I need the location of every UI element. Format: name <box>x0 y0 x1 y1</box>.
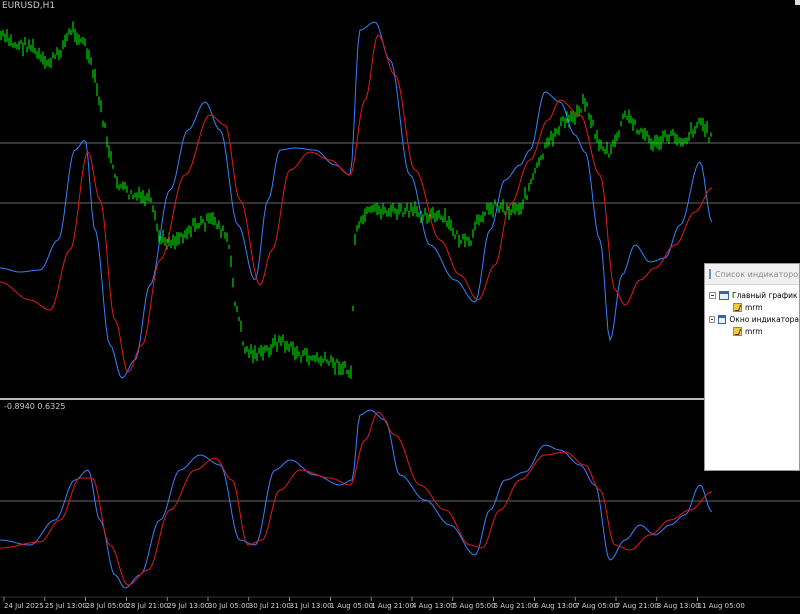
tree-item-label: mrm <box>745 326 763 336</box>
panel-header[interactable]: Список индикаторов к <box>705 264 799 285</box>
time-axis-label: 28 Jul 05:00 <box>86 602 128 610</box>
tree-item-main-chart[interactable]: Главный график <box>709 289 799 301</box>
time-axis-label: 5 Aug 21:00 <box>494 602 537 610</box>
window-corner-icon[interactable] <box>795 0 800 5</box>
tree-item-label: mrm <box>745 302 763 312</box>
chart-window-icon <box>718 314 727 324</box>
tree-item-label: Окно индикатора <box>729 314 799 324</box>
time-axis-label: 11 Aug 05:00 <box>698 602 745 610</box>
time-axis-label: 25 Jul 13:00 <box>45 602 87 610</box>
indicator-list-panel[interactable]: Список индикаторов к Главный график mrm … <box>704 263 800 471</box>
indicator-icon <box>733 302 742 312</box>
time-axis-label: 4 Aug 13:00 <box>412 602 455 610</box>
tree-item-label: Главный график <box>732 290 798 300</box>
panel-title: Список индикаторов к <box>715 269 799 279</box>
time-axis-label: 30 Jul 21:00 <box>249 602 291 610</box>
time-axis-label: 7 Aug 05:00 <box>575 602 618 610</box>
indicator-icon <box>733 326 742 336</box>
chart-title: EURUSD,H1 <box>2 1 56 11</box>
indicator-tree: Главный график mrm Окно индикатора mrm <box>709 289 799 337</box>
time-axis-label: 1 Aug 21:00 <box>371 602 414 610</box>
tree-item-indicator[interactable]: mrm <box>709 325 799 337</box>
time-axis-label: 28 Jul 21:00 <box>126 602 168 610</box>
tree-item-indicator-window[interactable]: Окно индикатора <box>709 313 799 325</box>
time-axis-label: 1 Aug 05:00 <box>330 602 373 610</box>
tree-item-indicator[interactable]: mrm <box>709 301 799 313</box>
time-axis-label: 7 Aug 21:00 <box>616 602 659 610</box>
chart-window-icon <box>719 290 729 300</box>
time-axis-label: 29 Jul 13:00 <box>167 602 209 610</box>
subwindow-values: -0.8940 0.6325 <box>4 402 66 411</box>
window-icon <box>709 269 711 279</box>
time-axis-label: 6 Aug 13:00 <box>534 602 577 610</box>
collapse-icon[interactable] <box>709 291 716 299</box>
time-axis-label: 31 Jul 13:00 <box>290 602 332 610</box>
time-axis-label: 5 Aug 05:00 <box>453 602 496 610</box>
price-chart[interactable]: 24 Jul 2025 25 Jul 13:0028 Jul 05:0028 Ju… <box>0 0 800 614</box>
time-axis-label: 30 Jul 05:00 <box>208 602 250 610</box>
collapse-icon[interactable] <box>709 315 715 323</box>
time-axis-label: 8 Aug 13:00 <box>657 602 700 610</box>
time-axis-label: 24 Jul 2025 <box>4 602 44 610</box>
